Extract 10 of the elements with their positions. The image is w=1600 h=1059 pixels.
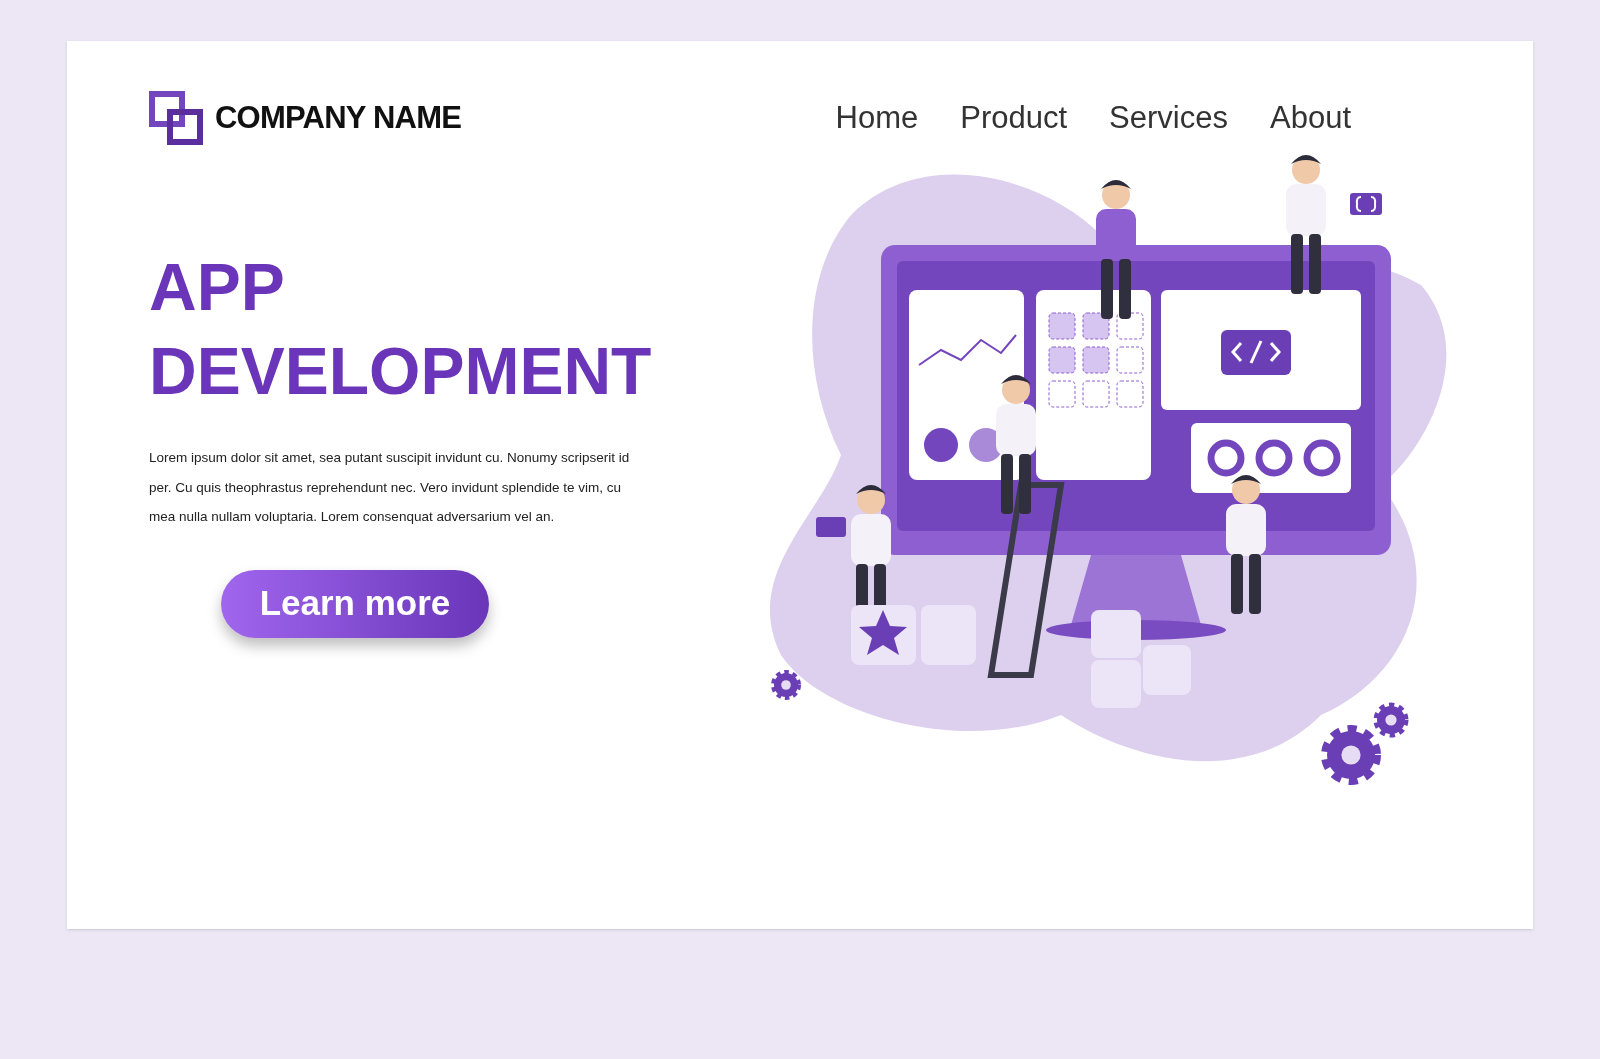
nav-link[interactable]: Services (1109, 94, 1228, 142)
nav-link[interactable]: Product (960, 94, 1068, 142)
hero-paragraph: Lorem ipsum dolor sit amet, sea putant suscipit invidunt cu. Nonumy scripserit id per. Cu quis theophrastus reprehendunt nec. Vero invidunt splendide te vim, cu mea nulla nullam voluptaria. Lorem consenquat adversarium vel an. (149, 449, 631, 526)
hero-title: DEVELOPMENT (149, 333, 653, 410)
logo-icon (149, 91, 203, 145)
hero-title: APP (149, 249, 286, 326)
nav-link[interactable]: About (1270, 94, 1351, 142)
nav-link[interactable]: Home (835, 94, 919, 142)
company-name: COMPANY NAME (215, 98, 462, 137)
learn-more-button[interactable]: Learn more (221, 569, 489, 638)
